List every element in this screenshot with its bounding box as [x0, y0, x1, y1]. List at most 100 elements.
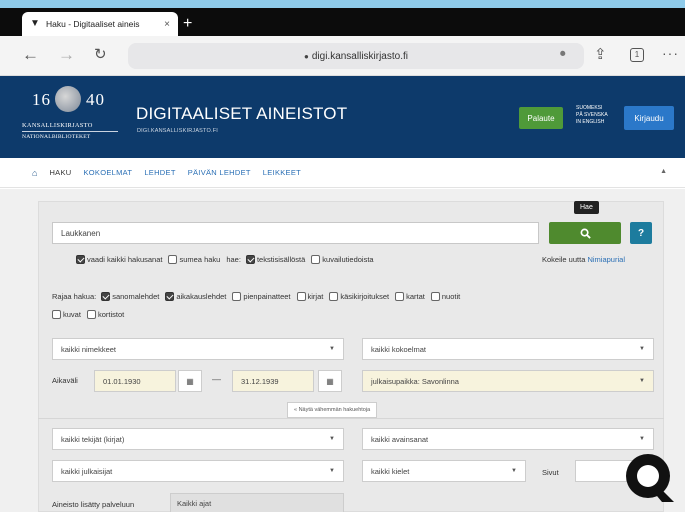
type-label: kuvat — [63, 310, 81, 319]
checkbox-icon[interactable] — [329, 292, 339, 301]
type-label: käsikirjoitukset — [340, 292, 390, 301]
logo-rule — [22, 131, 118, 132]
site-title[interactable]: DIGITAALISET AINEISTOT — [136, 104, 347, 124]
login-button[interactable]: Kirjaudu — [624, 106, 674, 130]
checkbox-icon[interactable] — [232, 292, 242, 301]
share-icon[interactable]: ⇪ — [594, 45, 607, 63]
caret-down-icon: ▼ — [329, 436, 335, 442]
type-kasikirjoitukset[interactable]: käsikirjoitukset — [329, 292, 389, 301]
checkbox-icon[interactable] — [430, 292, 440, 301]
search-button[interactable] — [549, 222, 621, 244]
close-tab-icon[interactable]: × — [164, 19, 170, 30]
option-label: sumea haku — [179, 255, 221, 264]
collections-select[interactable]: kaikki kokoelmat ▼ — [362, 338, 654, 360]
type-pienpainatteet[interactable]: pienpainatteet — [232, 292, 291, 301]
checkbox-checked-icon[interactable] — [101, 292, 111, 301]
checkbox-icon[interactable] — [311, 255, 321, 264]
option-text-content[interactable]: tekstisisällöstä — [245, 255, 305, 264]
publishers-select[interactable]: kaikki julkaisijat ▼ — [52, 460, 344, 482]
date-from-input[interactable]: 01.01.1930 — [94, 370, 176, 392]
period-label: Aikaväli — [52, 376, 78, 385]
type-label: kirjat — [307, 292, 324, 301]
more-options-icon[interactable]: ··· — [662, 45, 679, 61]
new-tab-icon[interactable]: + — [183, 16, 192, 32]
type-nuotit[interactable]: nuotit — [430, 292, 460, 301]
keywords-select[interactable]: kaikki avainsanat ▼ — [362, 428, 654, 450]
checkbox-icon[interactable] — [52, 310, 61, 319]
restrict-label: Rajaa hakua: — [52, 292, 97, 301]
caret-down-icon: ▼ — [329, 468, 335, 474]
select-value: kaikki julkaisijat — [61, 466, 113, 476]
option-image-descriptions[interactable]: kuvailutiedoista — [311, 255, 374, 264]
help-button[interactable]: ? — [630, 222, 652, 244]
nav-item-leikkeet[interactable]: LEIKKEET — [263, 168, 301, 177]
restrict-row: Rajaa hakua: sanomalehdet aikakauslehdet… — [52, 292, 466, 301]
type-aikakauslehdet[interactable]: aikakauslehdet — [165, 292, 226, 301]
chevron-up-icon[interactable]: ▲ — [660, 168, 667, 175]
assistant-overlay-icon[interactable] — [622, 450, 678, 506]
logo-year-right: 40 — [86, 90, 105, 109]
search-tooltip: Hae — [574, 201, 599, 214]
type-kuvat[interactable]: kuvat — [52, 310, 81, 319]
date-to-input[interactable]: 31.12.1939 — [232, 370, 314, 392]
caret-down-icon: ▼ — [329, 346, 335, 352]
type-sanomalehdet[interactable]: sanomalehdet — [101, 292, 159, 301]
lang-swedish[interactable]: PÅ SVENSKA — [576, 112, 608, 119]
browser-tab[interactable]: ▼ Haku - Digitaaliset aineis × — [22, 12, 178, 36]
calendar-from-icon[interactable]: ▦ — [178, 370, 202, 392]
authors-select[interactable]: kaikki tekijät (kirjat) ▼ — [52, 428, 344, 450]
checkbox-checked-icon[interactable] — [76, 255, 85, 264]
forward-arrow-icon[interactable]: → — [58, 46, 75, 64]
url-field[interactable]: ● digi.kansalliskirjasto.fi — [128, 43, 584, 69]
type-label: sanomalehdet — [112, 292, 160, 301]
home-icon[interactable]: ⌂ — [32, 168, 37, 178]
search-options-row: vaadi kaikki hakusanat sumea haku hae: t… — [76, 255, 380, 264]
nav-item-lehdet[interactable]: LEHDET — [144, 168, 175, 177]
feedback-button[interactable]: Palaute — [519, 107, 563, 129]
tab-count-icon[interactable]: 1 — [630, 48, 644, 62]
library-logo[interactable]: 16 40 KANSALLISKIRJASTO NATIONALBIBLIOTE… — [22, 86, 120, 150]
nav-item-kokoelmat[interactable]: KOKOELMAT — [83, 168, 132, 177]
checkbox-icon[interactable] — [86, 310, 96, 319]
checkbox-icon[interactable] — [296, 292, 306, 301]
type-kirjat[interactable]: kirjat — [296, 292, 324, 301]
option-fuzzy[interactable]: sumea haku — [168, 255, 220, 264]
checkbox-icon[interactable] — [395, 292, 405, 301]
option-label: vaadi kaikki hakusanat — [87, 255, 163, 264]
calendar-to-icon[interactable]: ▦ — [318, 370, 342, 392]
address-bar: ← → ↻ ● digi.kansalliskirjasto.fi ⏺ ⇪ 1 … — [0, 36, 685, 76]
type-label: kortistot — [97, 310, 125, 319]
option-require-all[interactable]: vaadi kaikki hakusanat — [76, 255, 162, 264]
publication-place-select[interactable]: julkaisupaikka: Savonlinna ▼ — [362, 370, 654, 392]
select-value: kaikki kielet — [371, 466, 410, 476]
search-in-label: hae: — [226, 255, 241, 264]
titles-select[interactable]: kaikki nimekkeet ▼ — [52, 338, 344, 360]
back-arrow-icon[interactable]: ← — [22, 46, 39, 64]
type-label: kartat — [406, 292, 425, 301]
lock-icon: ● — [304, 51, 309, 61]
lang-finnish[interactable]: SUOMEKSI — [576, 105, 608, 112]
checkbox-checked-icon[interactable] — [245, 255, 255, 264]
checkbox-icon[interactable] — [168, 255, 178, 264]
restrict-row-2: kuvat kortistot — [52, 310, 130, 319]
type-label: pienpainatteet — [243, 292, 291, 301]
lang-english[interactable]: IN ENGLISH — [576, 119, 608, 126]
search-input[interactable] — [52, 222, 539, 244]
nav-item-haku[interactable]: HAKU — [49, 168, 71, 177]
site-subtitle: DIGI.KANSALLISKIRJASTO.FI — [137, 128, 219, 134]
nav-item-paivan-lehdet[interactable]: PÄIVÄN LEHDET — [188, 168, 251, 177]
caret-down-icon: ▼ — [511, 468, 517, 474]
date-dash: — — [212, 374, 221, 384]
languages-select[interactable]: kaikki kielet ▼ — [362, 460, 526, 482]
microphone-icon[interactable]: ⏺ — [560, 48, 566, 61]
checkbox-checked-icon[interactable] — [165, 292, 175, 301]
show-fewer-options-button[interactable]: « Näytä vähemmän hakuehtoja — [287, 402, 378, 418]
reload-icon[interactable]: ↻ — [94, 46, 107, 64]
type-kortistot[interactable]: kortistot — [86, 310, 125, 319]
try-new-link[interactable]: Nimiapurial — [587, 255, 625, 264]
tab-title: Haku - Digitaaliset aineis — [46, 19, 140, 29]
site-favicon-icon: ▼ — [30, 18, 40, 29]
try-new-prefix: Kokeile uutta — [542, 255, 586, 264]
type-kartat[interactable]: kartat — [395, 292, 425, 301]
added-select[interactable]: Kaikki ajat — [170, 493, 344, 512]
